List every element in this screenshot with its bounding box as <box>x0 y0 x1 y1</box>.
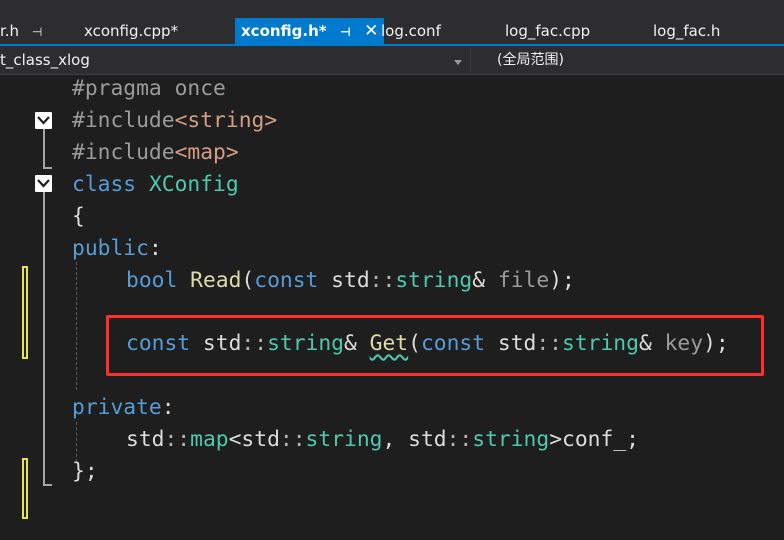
code-line-9: private: <box>72 392 175 424</box>
type-name: map <box>190 427 229 452</box>
tab-log-fac-cpp[interactable]: log_fac.cpp <box>505 18 590 44</box>
pp-arg: once <box>161 76 226 101</box>
namespace: std <box>408 427 447 452</box>
scope-op: :: <box>369 268 396 293</box>
outline-line <box>43 192 45 486</box>
parameter: file <box>485 268 550 293</box>
pin-icon[interactable]: ⊣ <box>32 19 42 45</box>
member-dropdown-value: (全局范围) <box>497 52 564 68</box>
ampersand: & <box>472 268 486 293</box>
tab-xconfig-h[interactable]: xconfig.h* ⊣ ✕ <box>235 18 385 45</box>
tab-label: xconfig.h* <box>241 22 327 40</box>
type-name: string <box>472 427 550 452</box>
namespace: std <box>241 427 280 452</box>
keyword: const <box>254 268 319 293</box>
tab-xconfig-cpp[interactable]: xconfig.cpp* <box>84 18 178 44</box>
type-keyword: bool <box>126 268 178 293</box>
brace: { <box>72 204 85 229</box>
change-indicator <box>22 458 28 519</box>
scope-dropdown-value: t_class_xlog <box>0 51 90 69</box>
namespace: std <box>318 268 370 293</box>
header-open: < <box>174 140 188 165</box>
tab-label: log_fac.h <box>653 22 721 40</box>
code-line-4: class XConfig <box>72 169 239 201</box>
paren: ( <box>241 268 255 293</box>
function-name: Read <box>190 268 242 293</box>
class-name: XConfig <box>148 172 239 197</box>
code-line-3: #include<map> <box>72 137 239 169</box>
outline-end <box>43 484 52 486</box>
chevron-down-icon[interactable] <box>454 60 462 65</box>
tab-label: xconfig.cpp* <box>84 22 179 40</box>
code-line-6: public: <box>72 233 162 265</box>
tab-log-conf[interactable]: log.conf <box>381 18 441 44</box>
colon: : <box>161 395 175 420</box>
scope-op: :: <box>279 427 306 452</box>
code-line-10: std::map<std::string, std::string>conf_; <box>126 424 639 456</box>
header-close: > <box>225 140 239 165</box>
paren-end: ); <box>549 268 575 293</box>
brace: }; <box>72 459 98 484</box>
scope-dropdown[interactable]: t_class_xlog <box>0 49 466 71</box>
scope-op: :: <box>164 427 191 452</box>
code-line-2: #include<string> <box>72 105 277 137</box>
code-line-7: bool Read(const std::string& file); <box>126 265 575 297</box>
highlight-box <box>106 315 764 376</box>
document-tab-bar: r.h ⊣ xconfig.cpp* xconfig.h* ⊣ ✕ log.co… <box>0 0 784 46</box>
header-open: < <box>174 108 188 133</box>
pp-directive: #include <box>72 108 175 133</box>
tab-label: log_fac.cpp <box>505 22 591 40</box>
type-name: string <box>305 427 383 452</box>
tab-label: r.h <box>0 22 20 40</box>
pp-directive: #include <box>72 140 175 165</box>
angle-close: > <box>549 427 563 452</box>
indent-guide <box>76 262 77 390</box>
keyword: class <box>72 172 137 197</box>
collapse-icon[interactable] <box>35 175 52 192</box>
pp-directive: #pragma <box>72 76 162 101</box>
navigation-bar: t_class_xlog (全局范围) <box>0 46 784 75</box>
pin-icon[interactable]: ⊣ <box>340 19 351 45</box>
angle-open: < <box>228 427 242 452</box>
outline-end <box>43 167 52 169</box>
member-name: conf_; <box>562 427 639 452</box>
change-indicator <box>22 266 28 359</box>
header-name: string <box>187 108 265 133</box>
code-line-11: }; <box>72 456 98 488</box>
outline-line <box>43 129 45 169</box>
type-name: string <box>395 268 473 293</box>
tab-label: log.conf <box>381 22 441 40</box>
scope-op: :: <box>446 427 473 452</box>
code-line-1: #pragma once <box>72 73 226 105</box>
close-icon[interactable]: ✕ <box>364 18 378 44</box>
header-close: > <box>264 108 278 133</box>
namespace: std <box>126 427 165 452</box>
tab-log-fac-h[interactable]: log_fac.h <box>653 18 720 44</box>
header-name: map <box>187 140 226 165</box>
access-specifier: public <box>72 236 149 261</box>
tab-r-h[interactable]: r.h ⊣ <box>0 18 42 44</box>
comma: , <box>382 427 409 452</box>
member-dropdown[interactable]: (全局范围) <box>497 49 564 71</box>
navbar-divider <box>470 48 471 72</box>
code-line-5: { <box>72 201 85 233</box>
collapse-icon[interactable] <box>35 112 52 129</box>
access-specifier: private <box>72 395 162 420</box>
colon: : <box>148 236 162 261</box>
